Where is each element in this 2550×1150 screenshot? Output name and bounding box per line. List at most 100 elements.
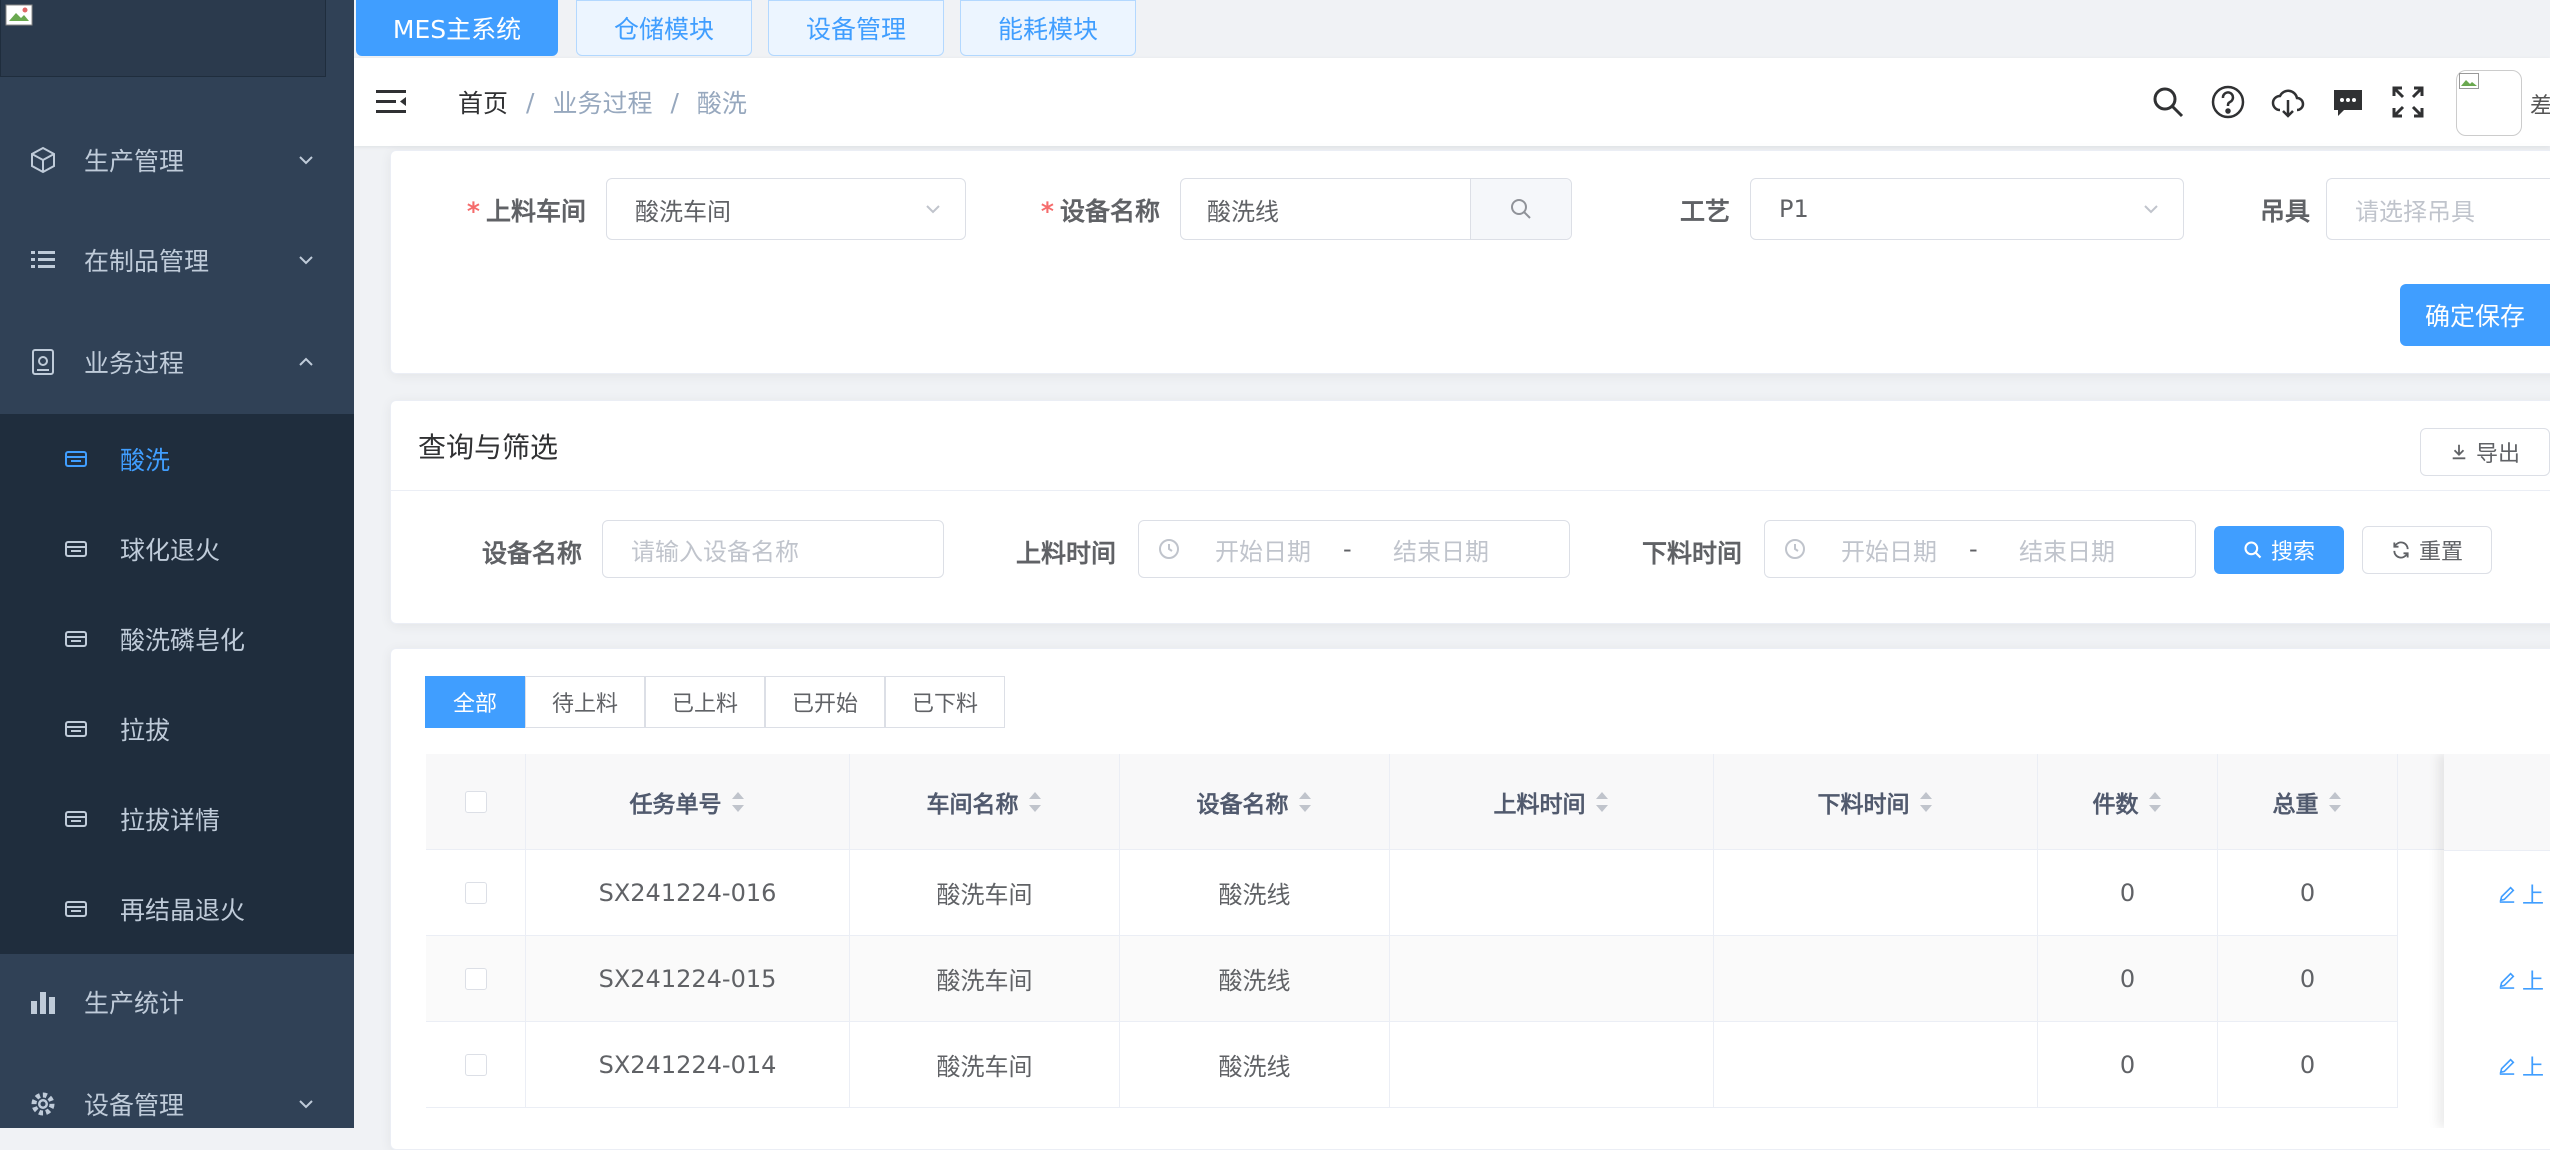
filter-title: 查询与筛选 [418,431,559,464]
module-tab-warehouse[interactable]: 仓储模块 [576,0,752,56]
tab-started[interactable]: 已开始 [765,676,885,728]
cell-unload-time [1714,1022,2038,1108]
menu-business-process[interactable]: 业务过程 [0,322,354,402]
divider [390,490,2550,491]
table-icon [65,721,87,737]
edit-icon [2499,972,2515,989]
column-header[interactable]: 总重 [2218,754,2398,850]
list-icon [31,251,55,268]
checkbox[interactable] [464,967,487,990]
sidebar-item-recrystallization[interactable]: 再结晶退火 [0,864,354,954]
row-select[interactable] [426,1022,526,1108]
sort-icon[interactable] [1297,790,1313,814]
column-header[interactable]: 上料时间 [1390,754,1714,850]
search-icon[interactable] [2150,84,2186,120]
message-icon[interactable] [2330,84,2366,120]
avatar[interactable] [2456,70,2522,136]
navbar: 首页 / 业务过程 / 酸洗 差 [354,58,2550,146]
load-time-label: 上料时间 [1015,539,1116,568]
sidebar-item-spheroidizing[interactable]: 球化退火 [0,504,354,594]
sidebar-item-phosphating[interactable]: 酸洗磷皂化 [0,594,354,684]
fullscreen-icon[interactable] [2390,84,2426,120]
edit-action[interactable]: 上 [2498,964,2544,996]
search-button[interactable]: 搜索 [2214,526,2344,574]
sidebar-item-drawing[interactable]: 拉拔 [0,684,354,774]
device-input[interactable]: 酸洗线 [1180,178,1572,240]
chevron-down-icon [299,256,313,265]
broken-image-icon [5,4,33,26]
module-tab-energy[interactable]: 能耗模块 [960,0,1136,56]
cloud-download-icon[interactable] [2270,84,2306,120]
column-header[interactable]: 任务单号 [526,754,850,850]
sort-icon[interactable] [2327,790,2343,814]
hanger-select[interactable]: 请选择吊具 [2326,178,2550,240]
menu-label: 设备管理 [84,1091,185,1120]
save-button[interactable]: 确定保存 [2400,284,2550,346]
edit-icon [2499,886,2515,903]
checkbox[interactable] [464,1053,487,1076]
row-select[interactable] [426,850,526,936]
cube-icon [31,146,55,174]
menu-production[interactable]: 生产管理 [0,120,354,200]
logo[interactable] [0,0,326,77]
hanger-label: 吊具 [2259,197,2310,226]
row-select[interactable] [426,936,526,1022]
process-icon [32,349,54,375]
sidebar: 生产管理 在制品管理 业务过程 酸洗 球化退火 酸洗磷皂化 拉拔 拉拔详情 再结… [0,0,354,1128]
cell-workshop: 酸洗车间 [850,850,1120,936]
cell-workshop: 酸洗车间 [850,936,1120,1022]
menu-statistics[interactable]: 生产统计 [0,962,354,1042]
column-header[interactable]: 设备名称 [1120,754,1390,850]
sidebar-item-label: 拉拔 [120,716,171,745]
process-select[interactable]: P1 [1750,178,2184,240]
sort-icon[interactable] [1594,790,1610,814]
search-icon [2244,541,2262,559]
search-icon [1511,199,1531,219]
module-tab-mes[interactable]: MES主系统 [356,0,558,56]
module-tab-equipment[interactable]: 设备管理 [768,0,944,56]
column-header[interactable]: 下料时间 [1714,754,2038,850]
tab-unloaded[interactable]: 已下料 [885,676,1005,728]
menu-label: 生产统计 [84,989,185,1018]
sidebar-item-label: 酸洗磷皂化 [120,626,246,655]
action-column: 上 上 上 [2444,754,2550,1128]
hamburger-icon[interactable] [376,88,408,116]
breadcrumb-home[interactable]: 首页 [458,84,508,120]
reset-button[interactable]: 重置 [2362,526,2492,574]
tab-pending-load[interactable]: 待上料 [525,676,645,728]
end-date-placeholder: 结束日期 [2019,537,2115,566]
chevron-down-icon [299,156,313,165]
table-icon [65,451,87,467]
tab-all[interactable]: 全部 [425,676,525,728]
header-select-all[interactable] [426,754,526,850]
breadcrumb-current: 酸洗 [696,89,747,118]
breadcrumb: 首页 / 业务过程 / 酸洗 [458,84,747,120]
sort-icon[interactable] [1027,790,1043,814]
sort-icon[interactable] [730,790,746,814]
workshop-select[interactable]: 酸洗车间 [606,178,966,240]
load-time-range[interactable]: 开始日期 - 结束日期 [1138,520,1570,578]
chevron-down-icon [926,205,940,214]
unload-time-range[interactable]: 开始日期 - 结束日期 [1764,520,2196,578]
checkbox[interactable] [464,881,487,904]
tab-loaded[interactable]: 已上料 [645,676,765,728]
edit-action[interactable]: 上 [2498,1050,2544,1082]
device-search-button[interactable] [1470,179,1571,239]
sort-icon[interactable] [1918,790,1934,814]
sidebar-item-drawing-detail[interactable]: 拉拔详情 [0,774,354,864]
sidebar-item-label: 球化退火 [120,536,221,565]
start-date-placeholder: 开始日期 [1215,537,1311,566]
filter-device-input[interactable]: 请输入设备名称 [602,520,944,578]
checkbox[interactable] [464,790,487,813]
sort-icon[interactable] [2147,790,2163,814]
export-button[interactable]: 导出 [2420,428,2550,476]
column-header[interactable]: 件数 [2038,754,2218,850]
username-truncated[interactable]: 差 [2530,88,2550,120]
sidebar-item-pickling[interactable]: 酸洗 [0,414,354,504]
menu-label: 生产管理 [84,147,185,176]
menu-wip[interactable]: 在制品管理 [0,220,354,300]
edit-action[interactable]: 上 [2498,878,2544,910]
help-icon[interactable] [2210,84,2246,120]
column-header[interactable]: 车间名称 [850,754,1120,850]
menu-equipment[interactable]: 设备管理 [0,1064,354,1144]
